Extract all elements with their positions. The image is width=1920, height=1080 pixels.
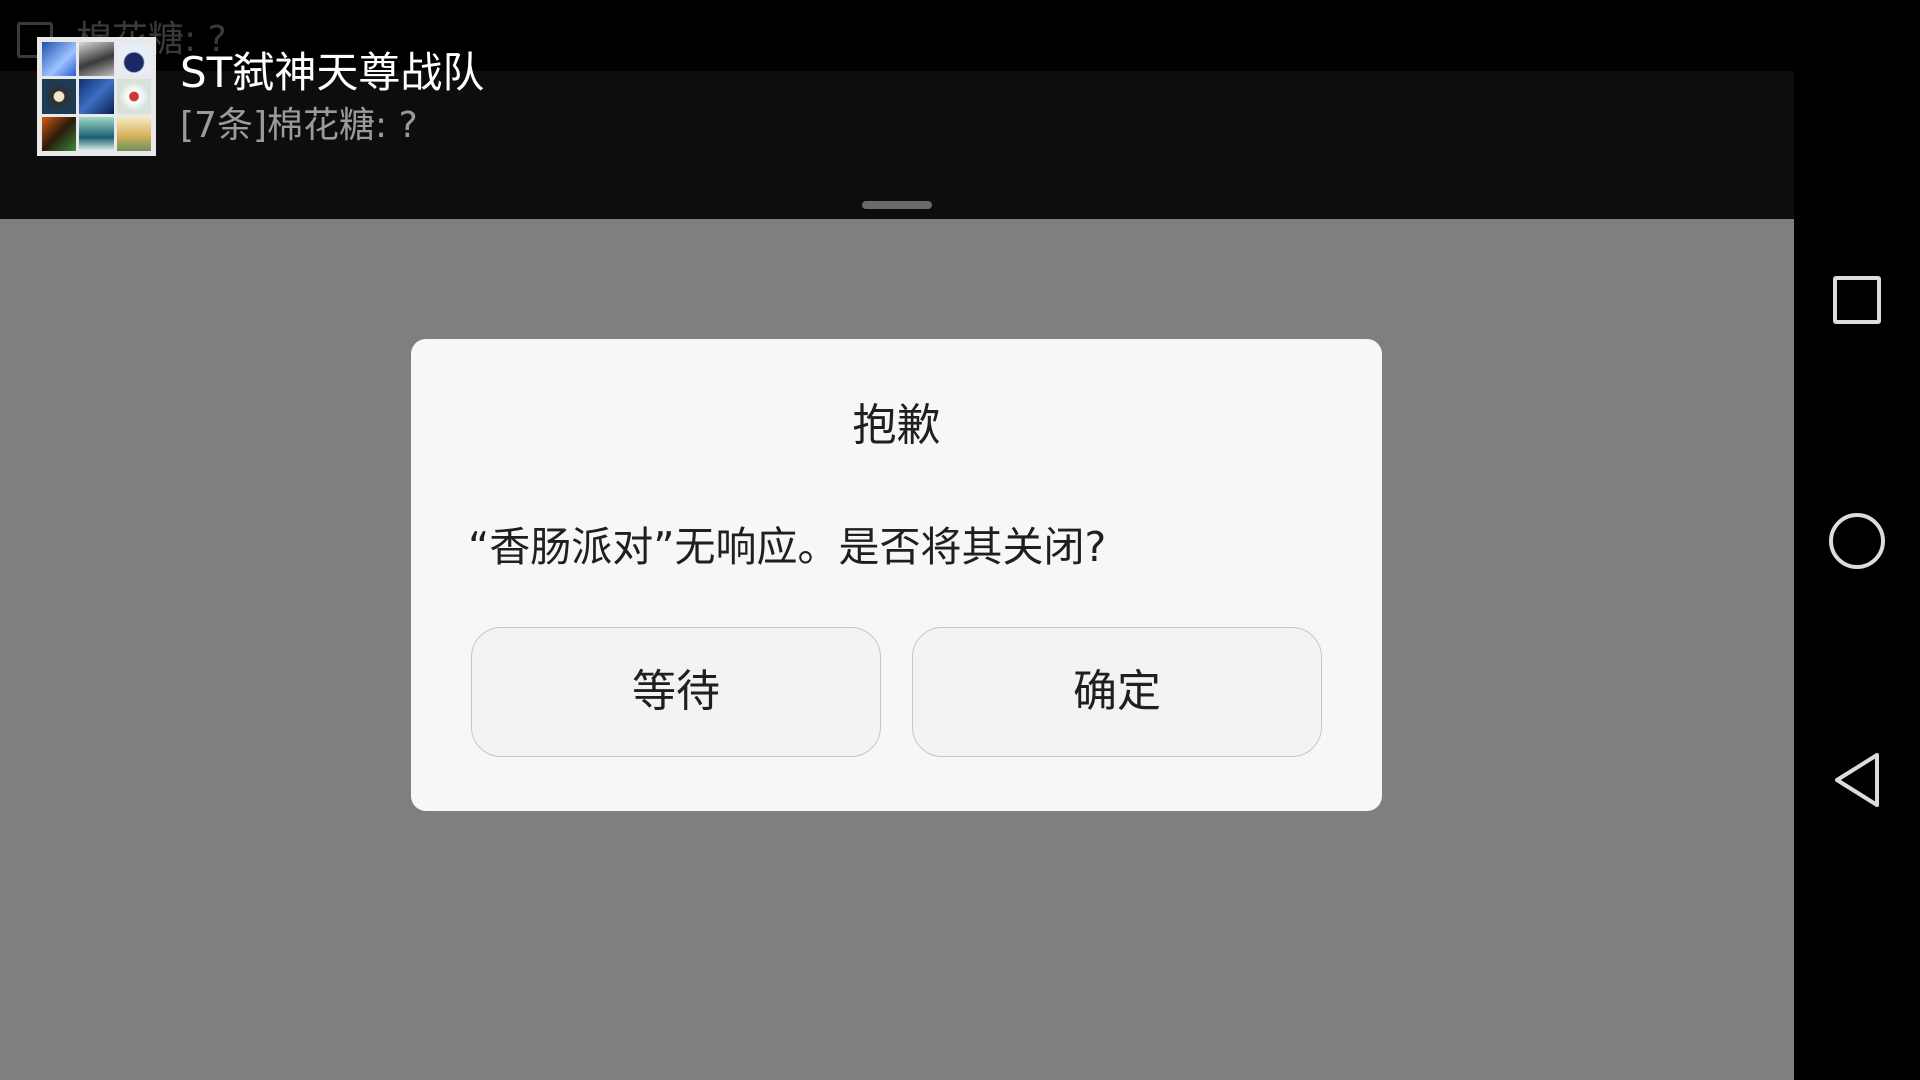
- dialog-title: 抱歉: [852, 400, 941, 451]
- avatar-tile: [116, 42, 151, 77]
- recents-square-icon[interactable]: [1833, 276, 1881, 324]
- avatar-tile: [42, 79, 77, 114]
- avatar-tile: [116, 79, 151, 114]
- home-circle-icon[interactable]: [1829, 513, 1885, 569]
- notification-drag-handle[interactable]: [862, 201, 932, 209]
- ok-close-button[interactable]: 确定: [912, 627, 1322, 757]
- group-avatar-icon[interactable]: [37, 37, 156, 156]
- notification-subtitle[interactable]: [7条]棉花糖: ?: [180, 104, 418, 148]
- ok-button-label: 确定: [1073, 666, 1161, 717]
- avatar-tile: [79, 42, 114, 77]
- avatar-tile: [79, 116, 114, 151]
- dialog-message: “香肠派对”无响应。是否将其关闭?: [468, 523, 1107, 571]
- app-not-responding-dialog: 抱歉 “香肠派对”无响应。是否将其关闭? 等待 确定: [411, 339, 1382, 811]
- wait-button[interactable]: 等待: [471, 627, 881, 757]
- avatar-tile: [42, 116, 77, 151]
- back-triangle-icon[interactable]: [1831, 751, 1883, 809]
- avatar-tile: [79, 79, 114, 114]
- avatar-tile: [116, 116, 151, 151]
- wait-button-label: 等待: [632, 666, 720, 717]
- navigation-bar: [1794, 0, 1920, 1080]
- avatar-tile: [42, 42, 77, 77]
- notification-title[interactable]: ST弑神天尊战队: [180, 48, 484, 98]
